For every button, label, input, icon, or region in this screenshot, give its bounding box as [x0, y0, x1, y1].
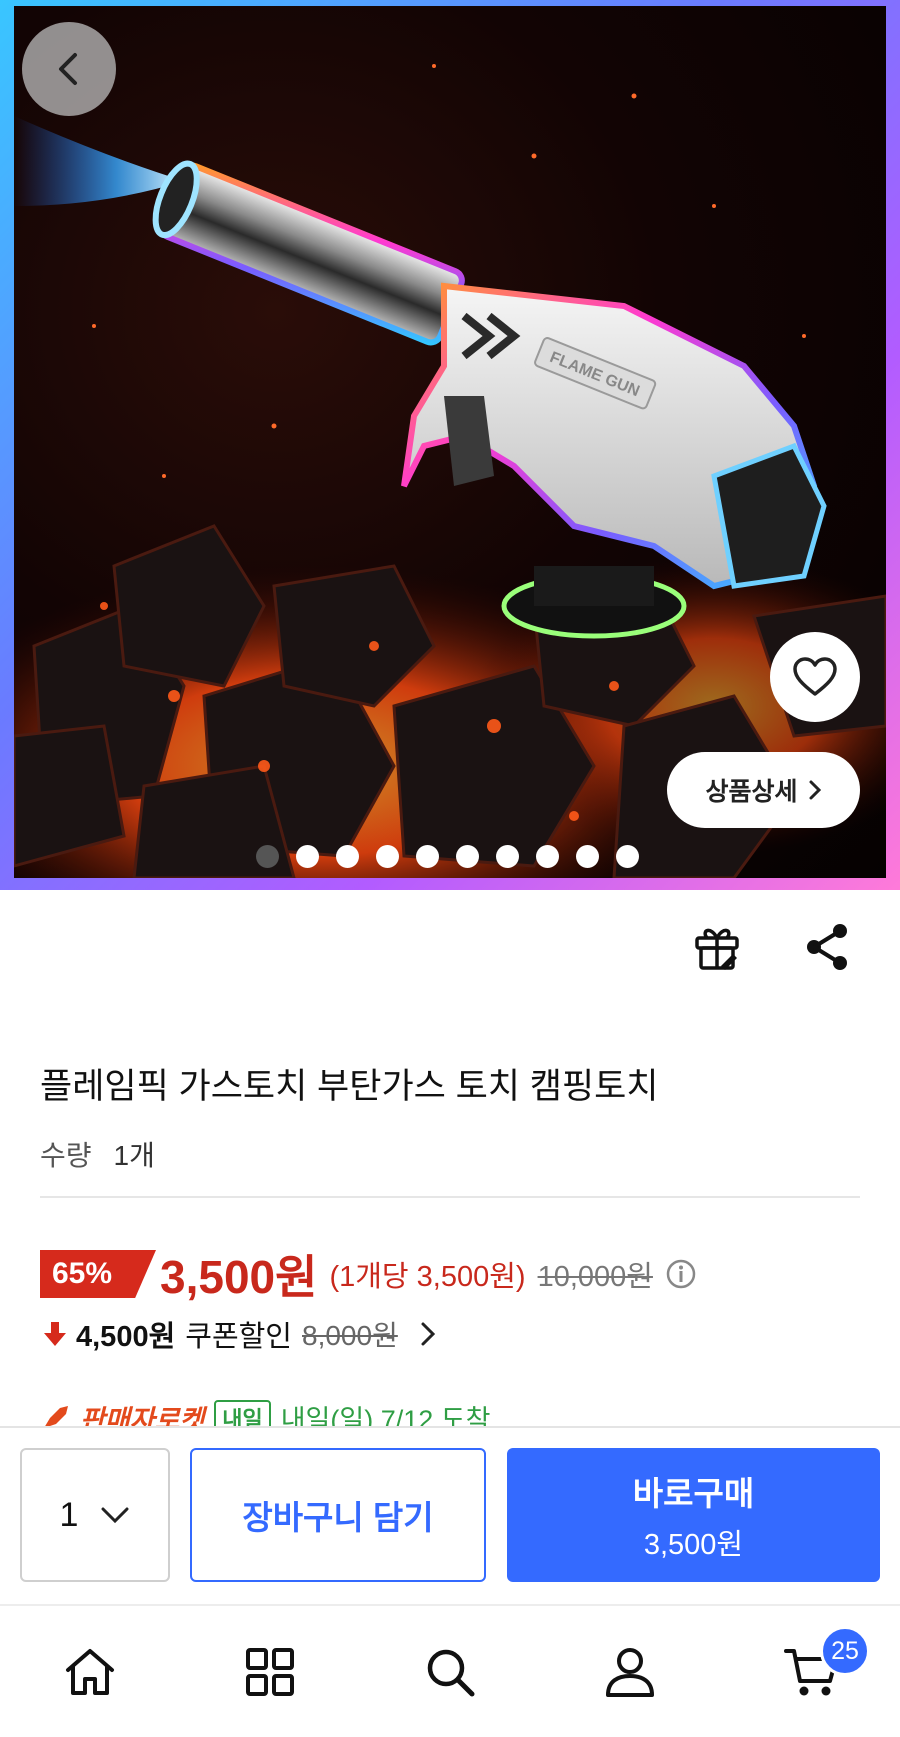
gift-button[interactable] [693, 922, 741, 972]
delivery-date: 내일(일) 7/12 도착 [280, 1405, 491, 1426]
carousel-dot-active[interactable] [256, 845, 279, 868]
sale-price: 3,500원 [160, 1251, 318, 1303]
info-icon[interactable] [665, 1258, 697, 1290]
flame-gun-illustration: FLAME GUN [14, 64, 886, 878]
product-image-carousel[interactable]: FLAME GUN 상품상세 [0, 0, 900, 890]
nav-home[interactable] [50, 1634, 130, 1710]
nav-search[interactable] [410, 1634, 490, 1710]
product-image: FLAME GUN [14, 6, 886, 878]
carousel-dot[interactable] [576, 845, 599, 868]
bottom-navigation: 25 [0, 1604, 900, 1737]
nav-my-page[interactable] [590, 1634, 670, 1710]
carousel-indicator[interactable] [256, 845, 639, 868]
coupon-amount: 4,500원 [76, 1321, 176, 1353]
gift-icon [695, 928, 739, 970]
add-to-cart-button[interactable]: 장바구니 담기 [190, 1448, 486, 1582]
share-button[interactable] [804, 922, 850, 972]
carousel-dot[interactable] [416, 845, 439, 868]
discount-badge: 65% [40, 1250, 156, 1298]
rocket-icon [44, 1405, 68, 1426]
chevron-down-icon [101, 1507, 129, 1524]
buy-now-label: 바로구매 [632, 1475, 755, 1512]
carousel-dot[interactable] [616, 845, 639, 868]
my-page-icon [606, 1648, 654, 1697]
chevron-right-icon [421, 1322, 435, 1346]
arrow-down-icon [44, 1322, 66, 1346]
carousel-dot[interactable] [536, 845, 559, 868]
quantity-label: 수량 [40, 1140, 92, 1171]
carousel-dot[interactable] [376, 845, 399, 868]
chevron-right-icon [809, 780, 821, 800]
original-price: 10,000원 [537, 1261, 653, 1293]
coupon-original-price: 8,000원 [302, 1320, 398, 1351]
delivery-info: 판매자로켓 내일 내일(일) 7/12 도착 [0, 1392, 900, 1426]
quantity-select-value: 1 [59, 1495, 79, 1534]
cart-count-badge: 25 [820, 1626, 870, 1676]
purchase-bar: 1 장바구니 담기 바로구매 3,500원 [0, 1426, 900, 1602]
product-title: 플레임픽 가스토치 부탄가스 토치 캠핑토치 [40, 1067, 659, 1106]
share-icon [807, 924, 847, 970]
heart-outline-icon [793, 657, 837, 696]
quantity-value: 1개 [113, 1140, 155, 1171]
unit-price: (1개당 3,500원) [329, 1261, 526, 1293]
product-detail-label: 상품상세 [705, 778, 798, 806]
carousel-dot[interactable] [296, 845, 319, 868]
divider [40, 1196, 860, 1198]
coupon-label: 쿠폰할인 [185, 1321, 292, 1353]
carousel-dot[interactable] [336, 845, 359, 868]
product-detail-button[interactable]: 상품상세 [667, 752, 860, 828]
price-row: 65% 3,500원 (1개당 3,500원) 10,000원 [40, 1246, 697, 1303]
rocket-delivery-label: 판매자로켓 [80, 1405, 205, 1426]
back-button[interactable] [22, 22, 116, 116]
home-icon [66, 1649, 114, 1695]
carousel-dot[interactable] [496, 845, 519, 868]
add-to-cart-label: 장바구니 담기 [242, 1499, 434, 1536]
quantity-info: 수량 1개 [40, 1134, 155, 1174]
quantity-select[interactable]: 1 [20, 1448, 170, 1582]
wishlist-button[interactable] [770, 632, 860, 722]
tomorrow-badge: 내일 [214, 1399, 271, 1426]
chevron-left-icon [59, 53, 77, 85]
coupon-row[interactable]: 4,500원 쿠폰할인 8,000원 [42, 1311, 436, 1357]
search-icon [427, 1649, 475, 1697]
buy-now-price: 3,500원 [643, 1529, 744, 1561]
buy-now-button[interactable]: 바로구매 3,500원 [507, 1448, 880, 1582]
category-grid-icon [246, 1648, 294, 1696]
nav-category[interactable] [230, 1634, 310, 1710]
carousel-dot[interactable] [456, 845, 479, 868]
